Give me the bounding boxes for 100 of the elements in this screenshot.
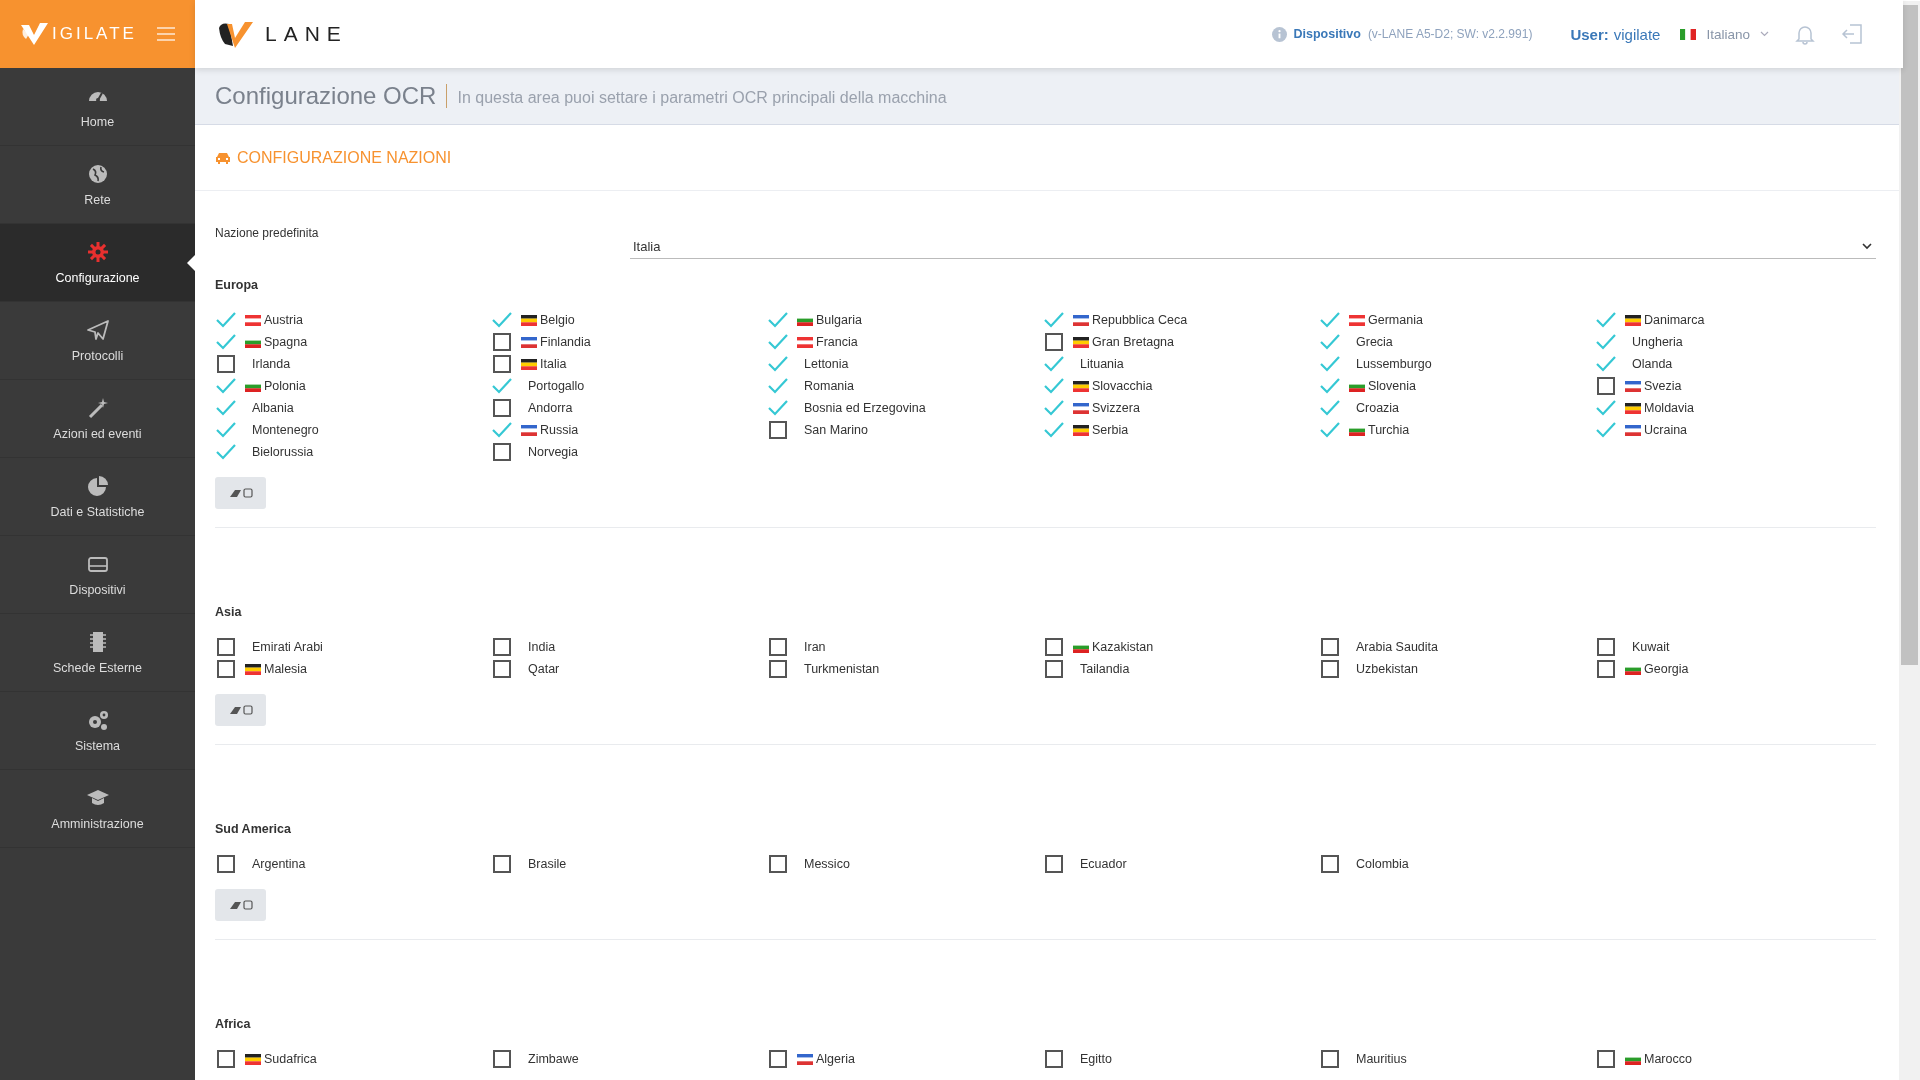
info-icon [1271, 26, 1287, 42]
checkmark-icon[interactable] [215, 377, 237, 395]
checkmark-icon[interactable] [491, 311, 513, 329]
checkbox[interactable] [1045, 1050, 1063, 1068]
country-label: Germania [1368, 313, 1423, 327]
checkbox[interactable] [493, 333, 511, 351]
checkbox[interactable] [493, 443, 511, 461]
checkbox[interactable] [1597, 638, 1615, 656]
region-heading: Asia [215, 604, 243, 621]
checkmark-icon[interactable] [1043, 399, 1065, 417]
checkbox[interactable] [1045, 855, 1063, 873]
scrollbar[interactable] [1899, 1, 1920, 1080]
flag-icon [1073, 336, 1089, 348]
country-label: Spagna [264, 335, 308, 349]
checkbox[interactable] [217, 638, 235, 656]
checkbox[interactable] [1321, 1050, 1339, 1068]
country-label: Turkmenistan [804, 662, 880, 676]
logo-text: IGILATE [52, 24, 137, 44]
country-label: Italia [540, 357, 567, 371]
sidebar-item[interactable]: Configurazione [0, 224, 195, 302]
checkmark-icon[interactable] [1595, 333, 1617, 351]
country-label: Ucraina [1644, 423, 1688, 437]
checkmark-icon[interactable] [1319, 333, 1341, 351]
checkbox[interactable] [493, 399, 511, 417]
country-label: Albania [252, 401, 294, 415]
checkmark-icon[interactable] [1319, 355, 1341, 373]
checkbox[interactable] [769, 855, 787, 873]
checkbox[interactable] [769, 660, 787, 678]
checkmark-icon[interactable] [1043, 377, 1065, 395]
country-label: Finlandia [540, 335, 591, 349]
checkbox[interactable] [493, 355, 511, 373]
checkbox[interactable] [217, 1050, 235, 1068]
checkmark-icon[interactable] [1043, 355, 1065, 373]
checkmark-icon[interactable] [215, 311, 237, 329]
checkbox[interactable] [769, 421, 787, 439]
checkmark-icon[interactable] [767, 333, 789, 351]
checkmark-icon[interactable] [1595, 355, 1617, 373]
checkbox[interactable] [217, 355, 235, 373]
checkbox[interactable] [1321, 638, 1339, 656]
clear-button[interactable] [215, 889, 266, 921]
sidebar-item[interactable]: Protocolli [0, 302, 195, 380]
checkmark-icon[interactable] [1319, 377, 1341, 395]
sidebar-item[interactable]: Dati e Statistiche [0, 458, 195, 536]
checkbox[interactable] [493, 1050, 511, 1068]
checkbox[interactable] [1045, 638, 1063, 656]
country-label: Lituania [1080, 357, 1124, 371]
country-label: Turchia [1368, 423, 1410, 437]
checkbox[interactable] [217, 660, 235, 678]
checkmark-icon[interactable] [1595, 311, 1617, 329]
country-label: Emirati Arabi [252, 640, 323, 654]
checkbox[interactable] [1321, 660, 1339, 678]
checkbox[interactable] [1597, 660, 1615, 678]
checkmark-icon[interactable] [215, 421, 237, 439]
country-label: Zimbawe [528, 1052, 579, 1066]
checkmark-icon[interactable] [767, 377, 789, 395]
checkmark-icon[interactable] [767, 355, 789, 373]
checkbox[interactable] [1045, 660, 1063, 678]
checkmark-icon[interactable] [1043, 311, 1065, 329]
checkbox[interactable] [1597, 377, 1615, 395]
country-label: Georgia [1644, 662, 1689, 676]
checkmark-icon[interactable] [767, 311, 789, 329]
flag-icon [1073, 314, 1089, 326]
checkmark-icon[interactable] [1319, 311, 1341, 329]
checkbox[interactable] [1321, 855, 1339, 873]
region-heading: Sud America [215, 821, 292, 838]
car-icon [215, 151, 231, 164]
checkbox[interactable] [1045, 333, 1063, 351]
checkmark-icon[interactable] [1043, 421, 1065, 439]
checkmark-icon[interactable] [491, 377, 513, 395]
checkbox[interactable] [769, 638, 787, 656]
checkbox[interactable] [769, 1050, 787, 1068]
flag-icon [1625, 402, 1641, 414]
sidebar-item[interactable]: Schede Esterne [0, 614, 195, 692]
checkmark-icon[interactable] [215, 443, 237, 461]
checkmark-icon[interactable] [215, 399, 237, 417]
country-label: San Marino [804, 423, 868, 437]
sidebar-item[interactable]: Amministrazione [0, 770, 195, 848]
checkbox[interactable] [493, 855, 511, 873]
country-label: Gran Bretagna [1092, 335, 1174, 349]
checkbox[interactable] [217, 855, 235, 873]
sidebar-item[interactable]: Azioni ed eventi [0, 380, 195, 458]
checkmark-icon[interactable] [1595, 399, 1617, 417]
checkbox[interactable] [493, 638, 511, 656]
nation-dropdown[interactable]: Italia [630, 227, 1876, 259]
checkmark-icon[interactable] [1319, 421, 1341, 439]
clear-button[interactable] [215, 477, 266, 509]
clear-button[interactable] [215, 694, 266, 726]
sidebar-item[interactable]: Dispositivi [0, 536, 195, 614]
checkbox[interactable] [493, 660, 511, 678]
checkmark-icon[interactable] [215, 333, 237, 351]
checkmark-icon[interactable] [767, 399, 789, 417]
country-label: Bielorussia [252, 445, 314, 459]
country-label: Andorra [528, 401, 573, 415]
checkbox[interactable] [1597, 1050, 1615, 1068]
sidebar-item[interactable]: Sistema [0, 692, 195, 770]
checkmark-icon[interactable] [1595, 421, 1617, 439]
country-label: Iran [804, 640, 826, 654]
checkmark-icon[interactable] [1319, 399, 1341, 417]
checkmark-icon[interactable] [491, 421, 513, 439]
region-heading: Africa [215, 1016, 252, 1033]
